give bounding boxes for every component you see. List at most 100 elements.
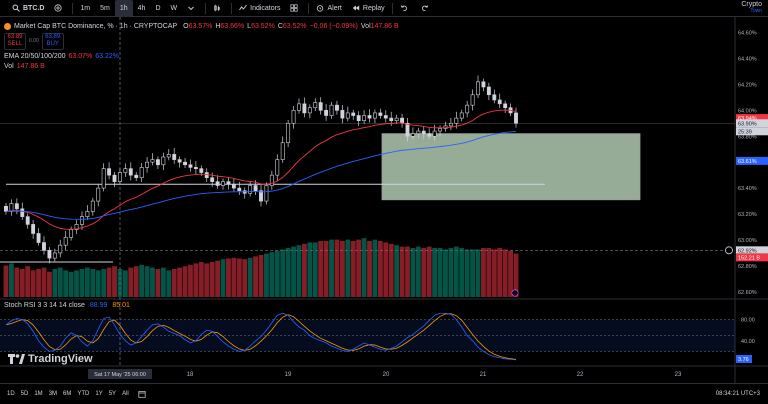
alert-button[interactable]: Alert (311, 0, 346, 17)
volume-legend-row[interactable]: Vol 147.86 B (4, 61, 402, 71)
volume-bar (236, 258, 242, 297)
redo-button[interactable] (416, 0, 437, 17)
volume-bar (112, 266, 117, 297)
volume-bar (367, 241, 372, 297)
volume-bar (426, 246, 432, 297)
candle-down (302, 103, 307, 114)
range-1d[interactable]: 1D (4, 391, 18, 397)
interval-1m[interactable]: 1m (75, 0, 95, 17)
tradingview-logo: TradingView (8, 353, 93, 365)
range-5d[interactable]: 5D (18, 391, 32, 397)
candle-up (63, 237, 68, 246)
brand-logo: Crypto Town (741, 1, 762, 15)
volume-bar (415, 246, 421, 297)
candle-down (356, 115, 361, 122)
utc-clock[interactable]: 08:34:21 UTC+3 (716, 391, 760, 397)
grid-layout-icon (290, 4, 299, 12)
replay-button[interactable]: Replay (347, 0, 390, 17)
toolbar-divider (231, 2, 233, 14)
buy-button[interactable]: 63.89 BUY (41, 32, 64, 50)
range-3m[interactable]: 3M (46, 391, 60, 397)
volume-bar (84, 267, 90, 297)
volume-bar (220, 259, 226, 297)
compare-symbol-button[interactable] (49, 0, 70, 17)
volume-bar (356, 239, 362, 297)
symbol-label: BTC.D (23, 4, 45, 12)
legend-title-row: Market Cap BTC Dominance, % · 1h · CRYPT… (4, 21, 402, 31)
volume-bar (74, 270, 79, 297)
volume-bar (437, 248, 443, 297)
undo-button[interactable] (395, 0, 416, 17)
volume-bar (421, 248, 427, 297)
interval-dropdown[interactable] (182, 0, 203, 17)
date-range-icon[interactable] (138, 390, 146, 398)
interval-4h[interactable]: 4h (133, 0, 151, 17)
volume-bar (410, 248, 416, 297)
volume-bar (150, 267, 155, 297)
price-axis-label: 63.90% (738, 121, 757, 127)
candle-up (264, 185, 269, 202)
interval-w[interactable]: W (166, 0, 183, 17)
interval-5m[interactable]: 5m (95, 0, 115, 17)
volume-bar (388, 243, 394, 297)
high-value: 63.66% (220, 22, 245, 30)
indicators-button[interactable]: Indicators (234, 0, 285, 17)
candle-down (36, 233, 41, 243)
layout-button[interactable] (285, 0, 306, 17)
volume-bar (247, 257, 253, 297)
price-tick-label: 62.80% (738, 264, 757, 270)
volume-bar (106, 267, 112, 297)
volume-bar (323, 241, 329, 297)
range-1y[interactable]: 1Y (92, 391, 105, 397)
chart-type-button[interactable] (208, 0, 229, 17)
toolbar-divider (72, 2, 74, 14)
range-ytd[interactable]: YTD (74, 391, 92, 397)
volume-bar (204, 263, 210, 297)
candle-up (85, 211, 90, 217)
volume-bar (264, 253, 269, 297)
trade-row: 63.89 SELL 0.00 63.89 BUY (4, 31, 402, 51)
volume-bar (497, 248, 503, 297)
chart-area[interactable]: 64.60%64.40%64.20%64.00%63.80%63.60%63.4… (0, 17, 768, 383)
volume-bar (253, 256, 258, 297)
time-tick-label: 19 (285, 372, 292, 378)
candle-down (4, 205, 8, 212)
range-6m[interactable]: 6M (60, 391, 74, 397)
alarm-clock-icon (317, 5, 324, 12)
replay-icon (352, 5, 360, 11)
sell-button[interactable]: 63.89 SELL (4, 32, 26, 50)
ema-legend-row[interactable]: EMA 20/50/100/200 63.07% 63.22% (4, 51, 402, 61)
volume-bar (226, 258, 231, 297)
volume-bar (285, 248, 291, 297)
candle-down (383, 115, 388, 119)
volume-bar (52, 269, 58, 297)
range-all[interactable]: All (119, 391, 132, 397)
ema-value-fast: 63.07% (68, 52, 93, 60)
price-axis-panel (735, 17, 768, 383)
spread-value: 0.00 (29, 38, 39, 44)
range-5y[interactable]: 5Y (106, 391, 119, 397)
candle-up (394, 117, 399, 122)
interval-1h[interactable]: 1h (114, 0, 133, 17)
volume-bar (242, 259, 248, 297)
candle-down (400, 117, 404, 124)
candle-up (248, 185, 253, 194)
candle-up (52, 252, 57, 259)
brand-line-1: Crypto (741, 1, 762, 8)
chart-canvas[interactable]: 64.60%64.40%64.20%64.00%63.80%63.60%63.4… (0, 17, 768, 383)
candle-down (107, 168, 112, 176)
volume-bar (133, 266, 139, 297)
interval-d[interactable]: D (150, 0, 165, 17)
chevron-down-icon (188, 6, 194, 11)
stoch-rsi-legend[interactable]: Stoch RSI 3 3 14 14 close 88.99 85.01 (4, 302, 130, 309)
volume-bar (329, 239, 334, 297)
candle-up (476, 81, 480, 96)
candle-up (58, 244, 63, 254)
price-axis-label: 152.21 B (738, 255, 760, 261)
volume-bar (372, 239, 378, 297)
chart-legend: Market Cap BTC Dominance, % · 1h · CRYPT… (4, 21, 402, 71)
symbol-search-button[interactable]: BTC.D (0, 0, 49, 17)
volume-bar (291, 246, 296, 297)
volume-bar (459, 248, 465, 297)
range-1m[interactable]: 1M (31, 391, 45, 397)
